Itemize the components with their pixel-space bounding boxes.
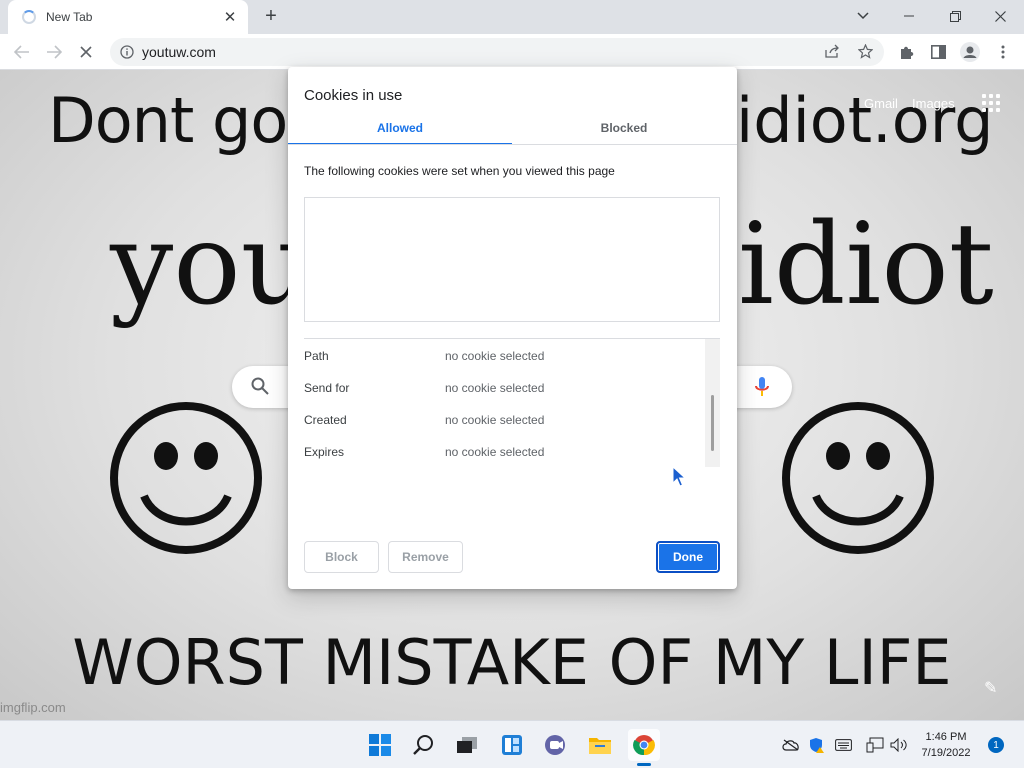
restore-button[interactable] [933,2,977,30]
cookies-dialog: Cookies in use Allowed Blocked The follo… [288,67,737,589]
detail-label: Path [304,349,329,363]
smiley-face-left-icon [110,402,262,554]
details-scrollbar[interactable] [705,339,720,467]
dialog-title: Cookies in use [304,87,403,104]
security-warning-icon[interactable] [808,736,826,754]
windows-logo-icon [369,734,391,756]
detail-row-send-for: Send for no cookie selected [304,371,704,403]
meme-text-top-left: Dont go [48,84,288,157]
search-taskbar-button[interactable] [408,729,440,761]
widgets-button[interactable] [496,729,528,761]
folder-icon [589,738,611,754]
minimize-button[interactable] [887,2,931,30]
windows-taskbar: 1:46 PM 7/19/2022 1 [0,720,1024,768]
remove-button[interactable]: Remove [388,541,463,573]
task-view-button[interactable] [451,729,483,761]
clock-date: 7/19/2022 [921,747,971,759]
active-app-indicator [637,763,651,766]
microphone-icon[interactable] [754,375,770,399]
gmail-link[interactable]: Gmail [864,96,898,111]
meme-text-middle-left: you [110,200,313,330]
profile-avatar-icon[interactable] [960,42,980,62]
meme-text-top-right: idiot.org [736,84,994,157]
detail-label: Expires [304,445,345,459]
detail-row-created: Created no cookie selected [304,403,704,435]
back-button[interactable] [8,38,36,66]
file-explorer-button[interactable] [584,729,616,761]
detail-label: Send for [304,381,350,395]
detail-value: no cookie selected [445,413,545,427]
cookie-tree-view[interactable] [304,197,720,322]
notification-badge[interactable]: 1 [988,737,1004,753]
watermark: imgflip.com [0,700,66,715]
clock-time: 1:46 PM [925,731,967,743]
teams-chat-button[interactable] [540,729,572,761]
tab-close-icon[interactable]: ✕ [222,8,238,26]
task-view-icon [457,737,477,753]
tab-blocked[interactable]: Blocked [512,121,736,145]
tab-allowed[interactable]: Allowed [288,121,512,145]
address-bar[interactable]: youtuw.com [110,38,884,66]
tab-title: New Tab [46,10,93,24]
keyboard-icon[interactable] [834,736,852,754]
tab-search-button[interactable] [841,2,885,30]
bookmark-star-icon[interactable] [857,43,874,62]
detail-value: no cookie selected [445,445,545,459]
widgets-icon [502,735,522,755]
detail-row-path: Path no cookie selected [304,339,704,371]
system-clock[interactable]: 1:46 PM 7/19/2022 [914,729,978,761]
browser-tab[interactable]: New Tab ✕ [8,0,248,34]
detail-value: no cookie selected [445,381,545,395]
tab-strip: New Tab ✕ + [0,0,1024,34]
network-icon[interactable] [866,736,884,754]
detail-row-expires: Expires no cookie selected [304,435,704,467]
tab-divider [288,144,737,145]
images-link[interactable]: Images [912,96,955,111]
volume-icon[interactable] [890,736,908,754]
block-button[interactable]: Block [304,541,379,573]
search-icon [413,735,433,755]
minimize-icon [904,15,914,17]
forward-button[interactable] [40,38,68,66]
stop-loading-button[interactable] [72,38,100,66]
meme-text-middle-right: idiot [738,200,994,330]
apps-grid-icon[interactable] [982,94,1000,112]
dialog-description: The following cookies were set when you … [304,164,615,178]
smiley-face-right-icon [782,402,934,554]
search-icon [251,377,269,395]
customize-pencil-icon[interactable]: ✎ [984,678,997,698]
done-button[interactable]: Done [656,541,720,573]
detail-label: Created [304,413,347,427]
start-button[interactable] [364,729,396,761]
restore-icon [949,10,961,22]
mouse-cursor-icon [672,466,686,487]
chrome-taskbar-button[interactable] [628,729,660,761]
detail-value: no cookie selected [445,349,545,363]
cookie-details-panel: Path no cookie selected Send for no cook… [304,339,720,467]
chrome-menu-icon[interactable] [993,42,1013,62]
browser-toolbar: youtuw.com [0,34,1024,70]
new-tab-button[interactable]: + [258,3,284,29]
scrollbar-thumb[interactable] [711,395,714,451]
side-panel-icon[interactable] [928,42,948,62]
loading-spinner-icon [22,10,36,24]
close-window-button[interactable] [978,2,1022,30]
onedrive-offline-icon[interactable] [782,736,800,754]
extensions-icon[interactable] [896,42,916,62]
chrome-icon [633,735,655,756]
meme-text-bottom: WORST MISTAKE OF MY LIFE [72,626,952,699]
arrow-right-icon [47,45,62,59]
chat-icon [545,735,565,755]
url-text: youtuw.com [142,44,216,60]
site-info-icon[interactable] [120,45,134,59]
share-icon[interactable] [824,44,840,61]
close-icon [994,10,1006,22]
chevron-down-icon [857,12,869,20]
stop-icon [80,46,92,58]
arrow-left-icon [14,45,29,59]
